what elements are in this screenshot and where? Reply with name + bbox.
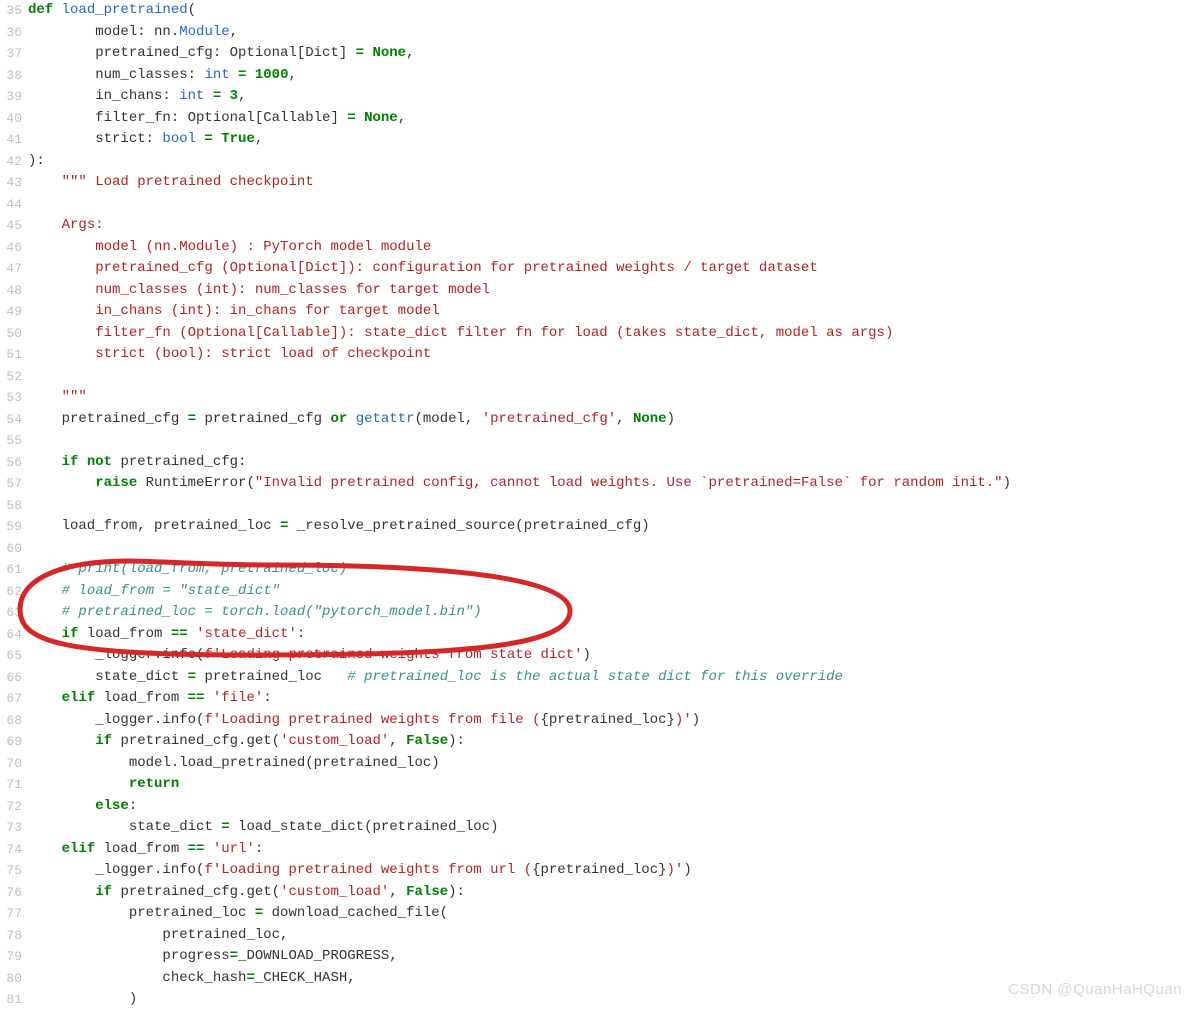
code-line: elif load_from == 'file':: [28, 688, 1196, 710]
code-line: filter_fn (Optional[Callable]): state_di…: [28, 323, 1196, 345]
code-line: pretrained_cfg: Optional[Dict] = None,: [28, 43, 1196, 65]
line-number: 39: [0, 86, 22, 108]
code-line: _logger.info(f'Loading pretrained weight…: [28, 860, 1196, 882]
code-line: _logger.info(f'Loading pretrained weight…: [28, 710, 1196, 732]
line-number: 43: [0, 172, 22, 194]
line-number: 70: [0, 753, 22, 775]
line-number: 38: [0, 65, 22, 87]
line-number: 56: [0, 452, 22, 474]
line-number-gutter: 3536373839404142434445464748495051525354…: [0, 0, 28, 1011]
code-line: Args:: [28, 215, 1196, 237]
code-line: in_chans: int = 3,: [28, 86, 1196, 108]
code-line: pretrained_cfg (Optional[Dict]): configu…: [28, 258, 1196, 280]
line-number: 46: [0, 237, 22, 259]
line-number: 66: [0, 667, 22, 689]
code-editor: 3536373839404142434445464748495051525354…: [0, 0, 1196, 1011]
code-line: [28, 366, 1196, 388]
code-line: # pretrained_loc = torch.load("pytorch_m…: [28, 602, 1196, 624]
line-number: 49: [0, 301, 22, 323]
line-number: 69: [0, 731, 22, 753]
code-line: model.load_pretrained(pretrained_loc): [28, 753, 1196, 775]
code-line: num_classes (int): num_classes for targe…: [28, 280, 1196, 302]
code-line: progress=_DOWNLOAD_PROGRESS,: [28, 946, 1196, 968]
code-line: # load_from = "state_dict": [28, 581, 1196, 603]
code-line: pretrained_loc,: [28, 925, 1196, 947]
line-number: 61: [0, 559, 22, 581]
code-line: if not pretrained_cfg:: [28, 452, 1196, 474]
code-line: pretrained_loc = download_cached_file(: [28, 903, 1196, 925]
code-line: strict (bool): strict load of checkpoint: [28, 344, 1196, 366]
line-number: 57: [0, 473, 22, 495]
line-number: 62: [0, 581, 22, 603]
line-number: 80: [0, 968, 22, 990]
code-line: model: nn.Module,: [28, 22, 1196, 44]
line-number: 47: [0, 258, 22, 280]
line-number: 52: [0, 366, 22, 388]
code-line: # print(load_from, pretrained_loc): [28, 559, 1196, 581]
line-number: 67: [0, 688, 22, 710]
line-number: 72: [0, 796, 22, 818]
line-number: 54: [0, 409, 22, 431]
line-number: 36: [0, 22, 22, 44]
code-line: [28, 430, 1196, 452]
line-number: 35: [0, 0, 22, 22]
code-line: """: [28, 387, 1196, 409]
line-number: 55: [0, 430, 22, 452]
line-number: 41: [0, 129, 22, 151]
code-line: [28, 538, 1196, 560]
code-line: [28, 495, 1196, 517]
code-line: state_dict = pretrained_loc # pretrained…: [28, 667, 1196, 689]
code-line: if load_from == 'state_dict':: [28, 624, 1196, 646]
line-number: 51: [0, 344, 22, 366]
line-number: 59: [0, 516, 22, 538]
line-number: 63: [0, 602, 22, 624]
line-number: 44: [0, 194, 22, 216]
line-number: 58: [0, 495, 22, 517]
line-number: 75: [0, 860, 22, 882]
line-number: 53: [0, 387, 22, 409]
line-number: 60: [0, 538, 22, 560]
code-line: """ Load pretrained checkpoint: [28, 172, 1196, 194]
code-line: if pretrained_cfg.get('custom_load', Fal…: [28, 882, 1196, 904]
code-line: if pretrained_cfg.get('custom_load', Fal…: [28, 731, 1196, 753]
code-line: _logger.info(f'Loading pretrained weight…: [28, 645, 1196, 667]
code-line: ):: [28, 151, 1196, 173]
code-line: load_from, pretrained_loc = _resolve_pre…: [28, 516, 1196, 538]
code-area[interactable]: def load_pretrained( model: nn.Module, p…: [28, 0, 1196, 1011]
code-line: else:: [28, 796, 1196, 818]
line-number: 68: [0, 710, 22, 732]
code-line: in_chans (int): in_chans for target mode…: [28, 301, 1196, 323]
code-line: pretrained_cfg = pretrained_cfg or getat…: [28, 409, 1196, 431]
line-number: 40: [0, 108, 22, 130]
line-number: 77: [0, 903, 22, 925]
watermark: CSDN @QuanHaHQuan: [1008, 979, 1182, 1001]
code-line: elif load_from == 'url':: [28, 839, 1196, 861]
line-number: 74: [0, 839, 22, 861]
code-line: filter_fn: Optional[Callable] = None,: [28, 108, 1196, 130]
line-number: 79: [0, 946, 22, 968]
line-number: 73: [0, 817, 22, 839]
line-number: 48: [0, 280, 22, 302]
line-number: 45: [0, 215, 22, 237]
line-number: 42: [0, 151, 22, 173]
line-number: 71: [0, 774, 22, 796]
line-number: 37: [0, 43, 22, 65]
code-line: def load_pretrained(: [28, 0, 1196, 22]
code-line: strict: bool = True,: [28, 129, 1196, 151]
line-number: 64: [0, 624, 22, 646]
code-line: num_classes: int = 1000,: [28, 65, 1196, 87]
code-line: state_dict = load_state_dict(pretrained_…: [28, 817, 1196, 839]
line-number: 76: [0, 882, 22, 904]
line-number: 65: [0, 645, 22, 667]
code-line: [28, 194, 1196, 216]
line-number: 81: [0, 989, 22, 1011]
code-line: raise RuntimeError("Invalid pretrained c…: [28, 473, 1196, 495]
line-number: 50: [0, 323, 22, 345]
line-number: 78: [0, 925, 22, 947]
code-line: return: [28, 774, 1196, 796]
code-line: model (nn.Module) : PyTorch model module: [28, 237, 1196, 259]
